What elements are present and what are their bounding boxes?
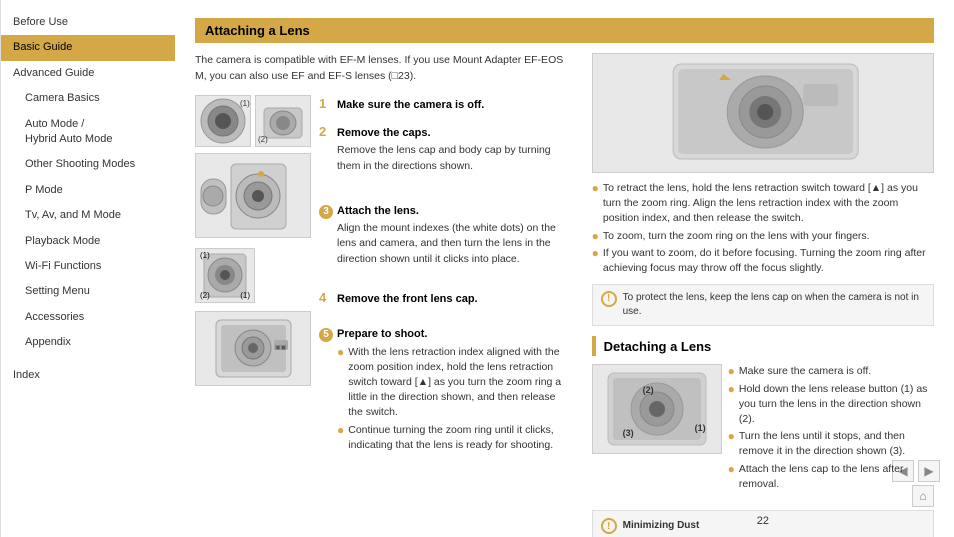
attach-lens-image: [195, 153, 311, 238]
step-5-bullets: ● With the lens retraction index aligned…: [319, 345, 572, 454]
step-5-title: Prepare to shoot.: [337, 327, 427, 342]
note-text: To protect the lens, keep the lens cap o…: [623, 291, 925, 319]
main-camera-image: [592, 53, 934, 173]
sidebar-item-basic-guide[interactable]: Basic Guide: [1, 35, 175, 60]
intro-text: The camera is compatible with EF-M lense…: [195, 53, 572, 85]
step-1-2-images: (1) (2): [195, 95, 311, 147]
svg-text:(1): (1): [240, 99, 250, 108]
section-bar: [592, 336, 596, 356]
detach-bullet-4: Attach the lens cap to the lens after re…: [739, 462, 934, 492]
step-4-title: Remove the front lens cap.: [337, 292, 478, 307]
body-cap-image: (2): [255, 95, 311, 147]
sidebar-item-advanced-guide[interactable]: Advanced Guide: [1, 61, 175, 86]
step-5: 5 Prepare to shoot. ● With the lens retr…: [319, 327, 572, 453]
dust-title: Minimizing Dust: [623, 518, 925, 533]
dust-icon: !: [601, 518, 617, 534]
step-4: 4 Remove the front lens cap.: [319, 289, 572, 307]
note-box: ! To protect the lens, keep the lens cap…: [592, 284, 934, 326]
sidebar-item-accessories[interactable]: Accessories: [1, 305, 175, 330]
step-3-body: Align the mount indexes (the white dots)…: [319, 221, 572, 267]
shoot-image: ▣▣: [195, 311, 311, 386]
sidebar-item-appendix[interactable]: Appendix: [1, 330, 175, 355]
step-1-title: Make sure the camera is off.: [337, 98, 484, 113]
two-col-layout: The camera is compatible with EF-M lense…: [195, 53, 934, 537]
sidebar-item-other-modes[interactable]: Other Shooting Modes: [1, 152, 175, 177]
step-3: 3 Attach the lens. Align the mount index…: [319, 204, 572, 267]
detach-bullet-3: Turn the lens until it stops, and then r…: [739, 429, 934, 459]
right-bullet-2: To zoom, turn the zoom ring on the lens …: [603, 229, 870, 244]
right-column: ● To retract the lens, hold the lens ret…: [592, 53, 934, 537]
detach-title-strip: Detaching a Lens: [592, 336, 934, 356]
step-1-num: 1: [319, 95, 333, 113]
step-1: 1 Make sure the camera is off.: [319, 95, 572, 113]
detach-camera-image: (3) (2) (1): [592, 364, 722, 454]
left-column: The camera is compatible with EF-M lense…: [195, 53, 572, 537]
step-3-num: 3: [319, 205, 333, 219]
step-2-title: Remove the caps.: [337, 126, 431, 141]
intro-ref: □23).: [392, 70, 416, 82]
sidebar-item-tv-av-m[interactable]: Tv, Av, and M Mode: [1, 203, 175, 228]
page-number: 22: [757, 515, 769, 527]
step-5-num: 5: [319, 328, 333, 342]
step-5-bullet-2: Continue turning the zoom ring until it …: [348, 423, 571, 453]
sidebar-item-before-use[interactable]: Before Use: [1, 10, 175, 35]
step-2-body: Remove the lens cap and body cap by turn…: [319, 143, 572, 173]
steps-text: 1 Make sure the camera is off. 2 Remove …: [319, 95, 572, 464]
sidebar-item-p-mode[interactable]: P Mode: [1, 178, 175, 203]
detach-bullet-2: Hold down the lens release button (1) as…: [739, 382, 934, 428]
step-4-num: 4: [319, 289, 333, 307]
detach-bullets: ● Make sure the camera is off. ● Hold do…: [728, 364, 934, 494]
sidebar: Before Use Basic Guide Advanced Guide Ca…: [0, 0, 175, 537]
detach-title: Detaching a Lens: [604, 339, 712, 354]
lens-image: (1): [195, 95, 251, 147]
sidebar-item-playback[interactable]: Playback Mode: [1, 229, 175, 254]
step-images: (1) (2): [195, 95, 311, 464]
sidebar-item-camera-basics[interactable]: Camera Basics: [1, 86, 175, 111]
main-content: Attaching a Lens The camera is compatibl…: [175, 0, 954, 537]
step-3-title: Attach the lens.: [337, 204, 419, 219]
steps-container: (1) (2): [195, 95, 572, 464]
detach-bullet-1: Make sure the camera is off.: [739, 364, 871, 379]
svg-text:▣▣: ▣▣: [275, 345, 287, 351]
step-4-images: (1) (2) (1): [195, 248, 311, 303]
step-5-bullet-1: With the lens retraction index aligned w…: [348, 345, 571, 421]
right-bullet-3: If you want to zoom, do it before focusi…: [603, 246, 934, 276]
right-bullet-1: To retract the lens, hold the lens retra…: [603, 181, 934, 227]
page-title: Attaching a Lens: [195, 18, 934, 43]
front-cap-image: (1) (2) (1): [195, 248, 255, 303]
sidebar-item-auto-mode[interactable]: Auto Mode / Hybrid Auto Mode: [1, 112, 175, 153]
note-icon: !: [601, 291, 617, 307]
step-2: 2 Remove the caps. Remove the lens cap a…: [319, 123, 572, 174]
sidebar-item-index[interactable]: Index: [1, 363, 175, 388]
sidebar-item-settings[interactable]: Setting Menu: [1, 279, 175, 304]
right-bullets-section: ● To retract the lens, hold the lens ret…: [592, 181, 934, 276]
sidebar-item-wifi[interactable]: Wi-Fi Functions: [1, 254, 175, 279]
detach-image-area: (3) (2) (1) ● Make sure the camera is of…: [592, 364, 934, 502]
detach-section: Detaching a Lens (3): [592, 336, 934, 537]
step-2-num: 2: [319, 123, 333, 141]
